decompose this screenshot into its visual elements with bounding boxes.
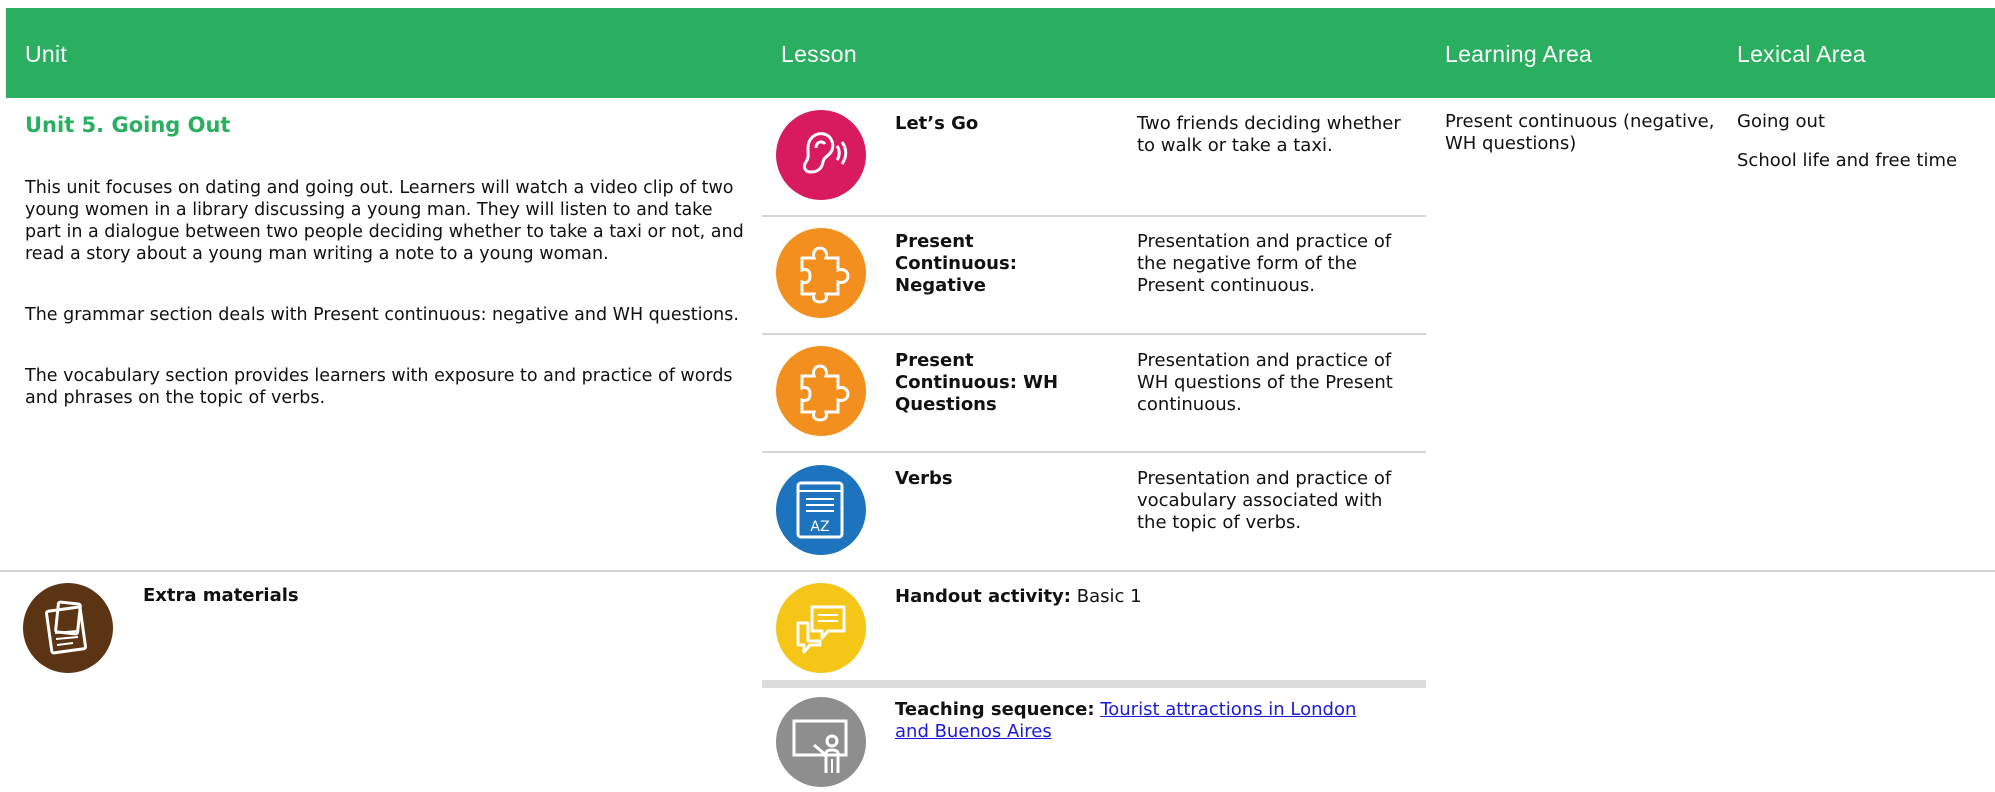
lesson-name: Verbs [895,468,953,489]
handout-label: Handout activity: [895,586,1071,607]
vocabulary-description: The vocabulary section provides learners… [25,366,733,408]
learning-area: Present continuous (negative, WH questio… [1445,111,1715,154]
lesson-name: Let’s Go [895,113,979,134]
lesson-description: Presentation and practice of the negativ… [1137,231,1392,296]
lesson-name: Present Continuous: Negative [895,231,1017,296]
header-lesson: Lesson [781,41,857,67]
unit-description: This unit focuses on dating and going ou… [25,178,744,264]
handout-activity: Handout activity: Basic 1 [895,586,1435,608]
grammar-description: The grammar section deals with Present c… [25,305,739,325]
unit-title: Unit 5. Going Out [25,113,231,137]
header-unit: Unit [25,41,68,67]
puzzle-icon [776,228,866,318]
teaching-label: Teaching sequence: [895,699,1095,720]
clipboard-icon [23,583,113,673]
puzzle-icon [776,346,866,436]
teacher-board-icon [776,697,866,787]
ear-listening-icon [776,110,866,200]
teaching-sequence: Teaching sequence: Tourist attractions i… [895,699,1395,743]
dictionary-book-icon: AZ [776,465,866,555]
row-divider [762,680,1426,688]
lesson-description: Two friends deciding whether to walk or … [1137,113,1401,156]
lexical-area-item: Going out [1737,111,1825,132]
handout-value: Basic 1 [1076,586,1142,607]
chat-bubbles-icon [776,583,866,673]
svg-text:AZ: AZ [810,519,829,535]
lesson-description: Presentation and practice of vocabulary … [1137,468,1392,533]
row-divider [762,451,1426,453]
table-header: Unit Lesson Learning Area Lexical Area [6,8,1995,98]
header-learning-area: Learning Area [1445,41,1593,67]
lesson-name: Present Continuous: WH Questions [895,350,1059,415]
extra-materials-label: Extra materials [143,585,299,606]
lexical-area-item: School life and free time [1737,150,1958,171]
header-lexical-area: Lexical Area [1737,41,1866,67]
lesson-description: Presentation and practice of WH question… [1137,350,1393,415]
section-divider [0,570,1995,572]
row-divider [762,333,1426,335]
row-divider [762,215,1426,217]
